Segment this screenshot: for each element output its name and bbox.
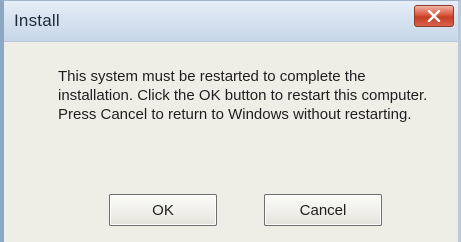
title-bar[interactable]: Install bbox=[4, 1, 458, 42]
cancel-button[interactable]: Cancel bbox=[264, 194, 382, 226]
close-button[interactable] bbox=[414, 5, 454, 27]
restart-message: This system must be restarted to complet… bbox=[58, 68, 428, 123]
dialog-body: This system must be restarted to complet… bbox=[4, 42, 458, 242]
close-icon bbox=[427, 10, 441, 22]
ok-button[interactable]: OK bbox=[109, 194, 217, 226]
install-dialog: Install This system must be restarted to… bbox=[0, 0, 461, 242]
window-title: Install bbox=[14, 11, 60, 30]
